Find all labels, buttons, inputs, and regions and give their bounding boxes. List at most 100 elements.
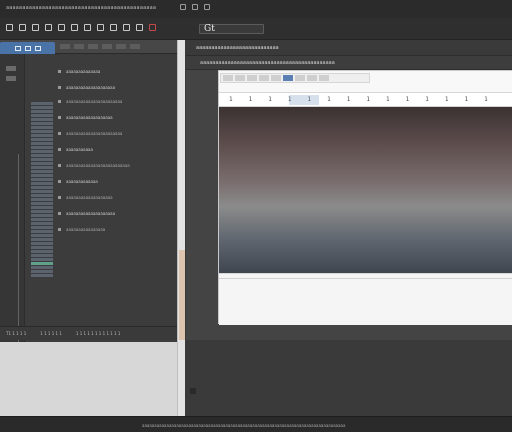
list-item[interactable] [31, 206, 53, 209]
list-item[interactable] [31, 126, 53, 129]
list-item[interactable] [31, 150, 53, 153]
list-item[interactable] [31, 202, 53, 205]
right-subheader: aaaaaaaaaaaaaaaaaaaaaaaaaaaaaaaaaaaaaaaa… [186, 56, 512, 70]
list-item[interactable] [31, 130, 53, 133]
list-item[interactable] [31, 110, 53, 113]
tab-placeholder-4[interactable] [102, 44, 112, 49]
toolbar-buttons [6, 24, 156, 31]
list-item[interactable] [31, 114, 53, 117]
tool-icon-5[interactable] [58, 24, 65, 31]
doc-tab[interactable] [307, 75, 317, 81]
left-scrollbar[interactable] [177, 40, 185, 416]
minimize-icon[interactable] [180, 4, 186, 10]
list-item[interactable] [31, 258, 53, 261]
list-item[interactable] [31, 154, 53, 157]
details-row[interactable]: aaaaaaaaaaaaaaaaaaa [58, 114, 113, 120]
list-item[interactable] [31, 182, 53, 185]
tool-icon-8[interactable] [97, 24, 104, 31]
list-item[interactable] [31, 214, 53, 217]
details-row[interactable]: aaaaaaaaaaa [58, 146, 93, 152]
item-list [30, 54, 54, 364]
list-item[interactable] [31, 174, 53, 177]
list-item[interactable] [31, 138, 53, 141]
record-icon[interactable] [149, 24, 156, 31]
list-item[interactable] [31, 210, 53, 213]
list-item[interactable] [31, 238, 53, 241]
doc-tab[interactable] [259, 75, 269, 81]
gear-icon [34, 45, 41, 51]
list-item[interactable] [31, 162, 53, 165]
list-item[interactable] [31, 250, 53, 253]
doc-tab[interactable] [247, 75, 257, 81]
left-scrollbar-thumb[interactable] [179, 250, 185, 340]
tab-placeholder-1[interactable] [60, 44, 70, 49]
list-item[interactable] [31, 198, 53, 201]
list-item[interactable] [31, 274, 53, 277]
document-footer [219, 273, 512, 325]
doc-tab[interactable] [295, 75, 305, 81]
list-item[interactable] [31, 226, 53, 229]
list-item[interactable] [31, 270, 53, 273]
resize-handle-icon[interactable] [190, 388, 196, 394]
tab-placeholder-5[interactable] [116, 44, 126, 49]
details-row[interactable]: aaaaaaaaaaaaaaaaaaaaaaaaaa [58, 162, 130, 168]
list-item[interactable] [31, 146, 53, 149]
tab-placeholder-6[interactable] [130, 44, 140, 49]
list-item[interactable] [31, 158, 53, 161]
list-item[interactable] [31, 218, 53, 221]
details-row[interactable]: aaaaaaaaaaaaaaaaaaaa [58, 84, 115, 90]
list-item[interactable] [31, 222, 53, 225]
list-item[interactable] [31, 118, 53, 121]
tool-icon-9[interactable] [110, 24, 117, 31]
search-input[interactable]: Gt [199, 24, 264, 34]
list-item[interactable] [31, 142, 53, 145]
details-text: aaaaaaaaaaaaaaaaaaa [66, 194, 113, 200]
tool-icon-7[interactable] [84, 24, 91, 31]
doc-tab[interactable] [319, 75, 329, 81]
list-item[interactable] [31, 122, 53, 125]
details-row[interactable]: aaaaaaaaaaaaaaaaaaaaaaa [58, 98, 122, 104]
list-item[interactable] [31, 134, 53, 137]
tab-placeholder-3[interactable] [88, 44, 98, 49]
list-item-selected[interactable] [31, 262, 53, 265]
list-item[interactable] [31, 254, 53, 257]
tool-icon-2[interactable] [19, 24, 26, 31]
close-icon[interactable] [204, 4, 210, 10]
right-header: aaaaaaaaaaaaaaaaaaaaaaaaaaa [186, 40, 512, 56]
tool-icon-4[interactable] [45, 24, 52, 31]
details-text: aaaaaaaaaaaaaaaaaaaaaaaaaa [66, 162, 130, 168]
details-row[interactable]: aaaaaaaaaaaaaaaaaaaa [58, 210, 115, 216]
tool-icon-1[interactable] [6, 24, 13, 31]
tool-icon-3[interactable] [32, 24, 39, 31]
list-item[interactable] [31, 102, 53, 105]
details-row[interactable]: aaaaaaaaaaaaaaaaaaaaaaa [58, 130, 122, 136]
list-item[interactable] [31, 170, 53, 173]
list-item[interactable] [31, 242, 53, 245]
doc-tab[interactable] [271, 75, 281, 81]
list-item[interactable] [31, 194, 53, 197]
details-row[interactable]: aaaaaaaaaaaaaaaa [58, 226, 105, 232]
image-canvas[interactable] [219, 107, 512, 273]
list-item[interactable] [31, 166, 53, 169]
left-active-tab[interactable] [0, 42, 55, 54]
tab-placeholder-2[interactable] [74, 44, 84, 49]
doc-tab[interactable] [235, 75, 245, 81]
doc-tab[interactable] [223, 75, 233, 81]
details-row[interactable]: aaaaaaaaaaaaa [58, 178, 98, 184]
tool-icon-6[interactable] [71, 24, 78, 31]
tool-icon-10[interactable] [123, 24, 130, 31]
details-row[interactable]: aaaaaaaaaaaaaaaaaaa [58, 194, 113, 200]
list-item[interactable] [31, 178, 53, 181]
list-item[interactable] [31, 246, 53, 249]
maximize-icon[interactable] [192, 4, 198, 10]
tool-icon-11[interactable] [136, 24, 143, 31]
list-item[interactable] [31, 106, 53, 109]
list-item[interactable] [31, 230, 53, 233]
list-item[interactable] [31, 266, 53, 269]
list-item[interactable] [31, 190, 53, 193]
tree-cell [6, 76, 16, 81]
list-item[interactable] [31, 234, 53, 237]
doc-tab-active[interactable] [283, 75, 293, 81]
list-item[interactable] [31, 186, 53, 189]
details-row[interactable]: aaaaaaaaaaaaaa [58, 68, 100, 74]
